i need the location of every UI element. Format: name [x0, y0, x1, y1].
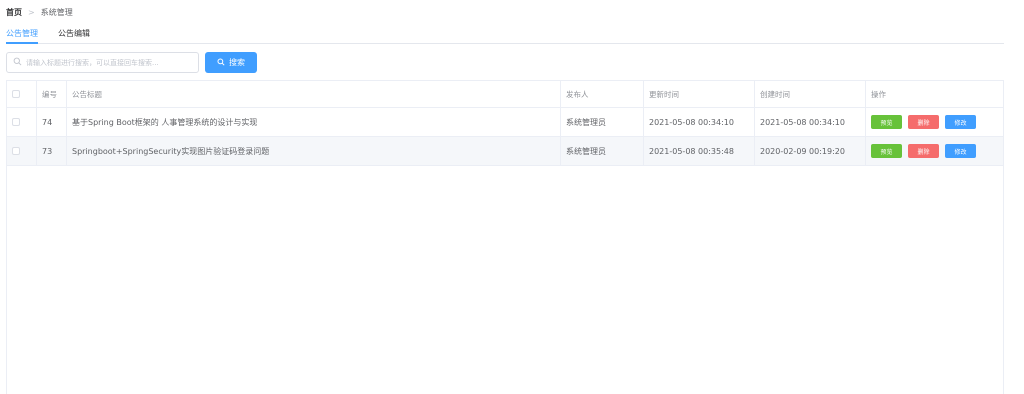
row-id: 74 [42, 117, 53, 127]
column-divider [643, 81, 644, 166]
row-checkbox[interactable] [12, 147, 20, 155]
tab-announcement-management[interactable]: 公告管理 [6, 28, 38, 39]
header-id: 编号 [42, 89, 57, 99]
search-input[interactable] [26, 58, 196, 67]
row-publisher: 系统管理员 [566, 117, 606, 127]
table-header-row: 编号 公告标题 发布人 更新时间 创建时间 操作 [7, 81, 1003, 108]
delete-button[interactable]: 删除 [908, 115, 939, 129]
header-operations: 操作 [871, 89, 886, 99]
row-select-cell [12, 108, 20, 136]
row-title: Springboot+SpringSecurity实现图片验证码登录问题 [72, 146, 270, 156]
delete-button[interactable]: 删除 [908, 144, 939, 158]
row-publisher: 系统管理员 [566, 146, 606, 156]
search-icon [13, 57, 22, 68]
breadcrumb: 首页 > 系统管理 [6, 7, 73, 18]
column-divider [66, 81, 67, 166]
tab-announcement-edit[interactable]: 公告编辑 [58, 28, 90, 39]
tab-bar: 公告管理 公告编辑 [6, 26, 1004, 44]
column-divider [36, 81, 37, 166]
column-divider [754, 81, 755, 166]
header-created: 创建时间 [760, 89, 790, 99]
table-row: 74 基于Spring Boot框架的 人事管理系统的设计与实现 系统管理员 2… [7, 108, 1003, 137]
search-button-icon [217, 57, 229, 68]
active-tab-indicator [6, 42, 38, 44]
search-button[interactable]: 搜索 [205, 52, 257, 73]
row-updated: 2021-05-08 00:34:10 [649, 117, 734, 127]
edit-button[interactable]: 修改 [945, 115, 976, 129]
row-title: 基于Spring Boot框架的 人事管理系统的设计与实现 [72, 117, 258, 127]
edit-button[interactable]: 修改 [945, 144, 976, 158]
row-created: 2020-02-09 00:19:20 [760, 146, 845, 156]
row-updated: 2021-05-08 00:35:48 [649, 146, 734, 156]
row-actions: 预览 删除 修改 [871, 137, 982, 165]
search-box [6, 52, 199, 73]
breadcrumb-separator: > [28, 8, 35, 17]
select-all-checkbox[interactable] [12, 90, 20, 98]
header-title: 公告标题 [72, 89, 102, 99]
breadcrumb-current: 系统管理 [40, 8, 73, 17]
header-publisher: 发布人 [566, 89, 589, 99]
row-id: 73 [42, 146, 53, 156]
column-divider [865, 81, 866, 166]
select-all-cell [12, 81, 20, 107]
row-checkbox[interactable] [12, 118, 20, 126]
row-created: 2021-05-08 00:34:10 [760, 117, 845, 127]
announcement-table: 编号 公告标题 发布人 更新时间 创建时间 操作 74 基于Spring Boo… [6, 80, 1004, 394]
table-row: 73 Springboot+SpringSecurity实现图片验证码登录问题 … [7, 137, 1003, 166]
column-divider [560, 81, 561, 166]
header-updated: 更新时间 [649, 89, 679, 99]
breadcrumb-home[interactable]: 首页 [6, 7, 22, 18]
search-button-label: 搜索 [229, 58, 245, 67]
preview-button[interactable]: 预览 [871, 144, 902, 158]
preview-button[interactable]: 预览 [871, 115, 902, 129]
row-actions: 预览 删除 修改 [871, 108, 982, 136]
row-select-cell [12, 137, 20, 165]
